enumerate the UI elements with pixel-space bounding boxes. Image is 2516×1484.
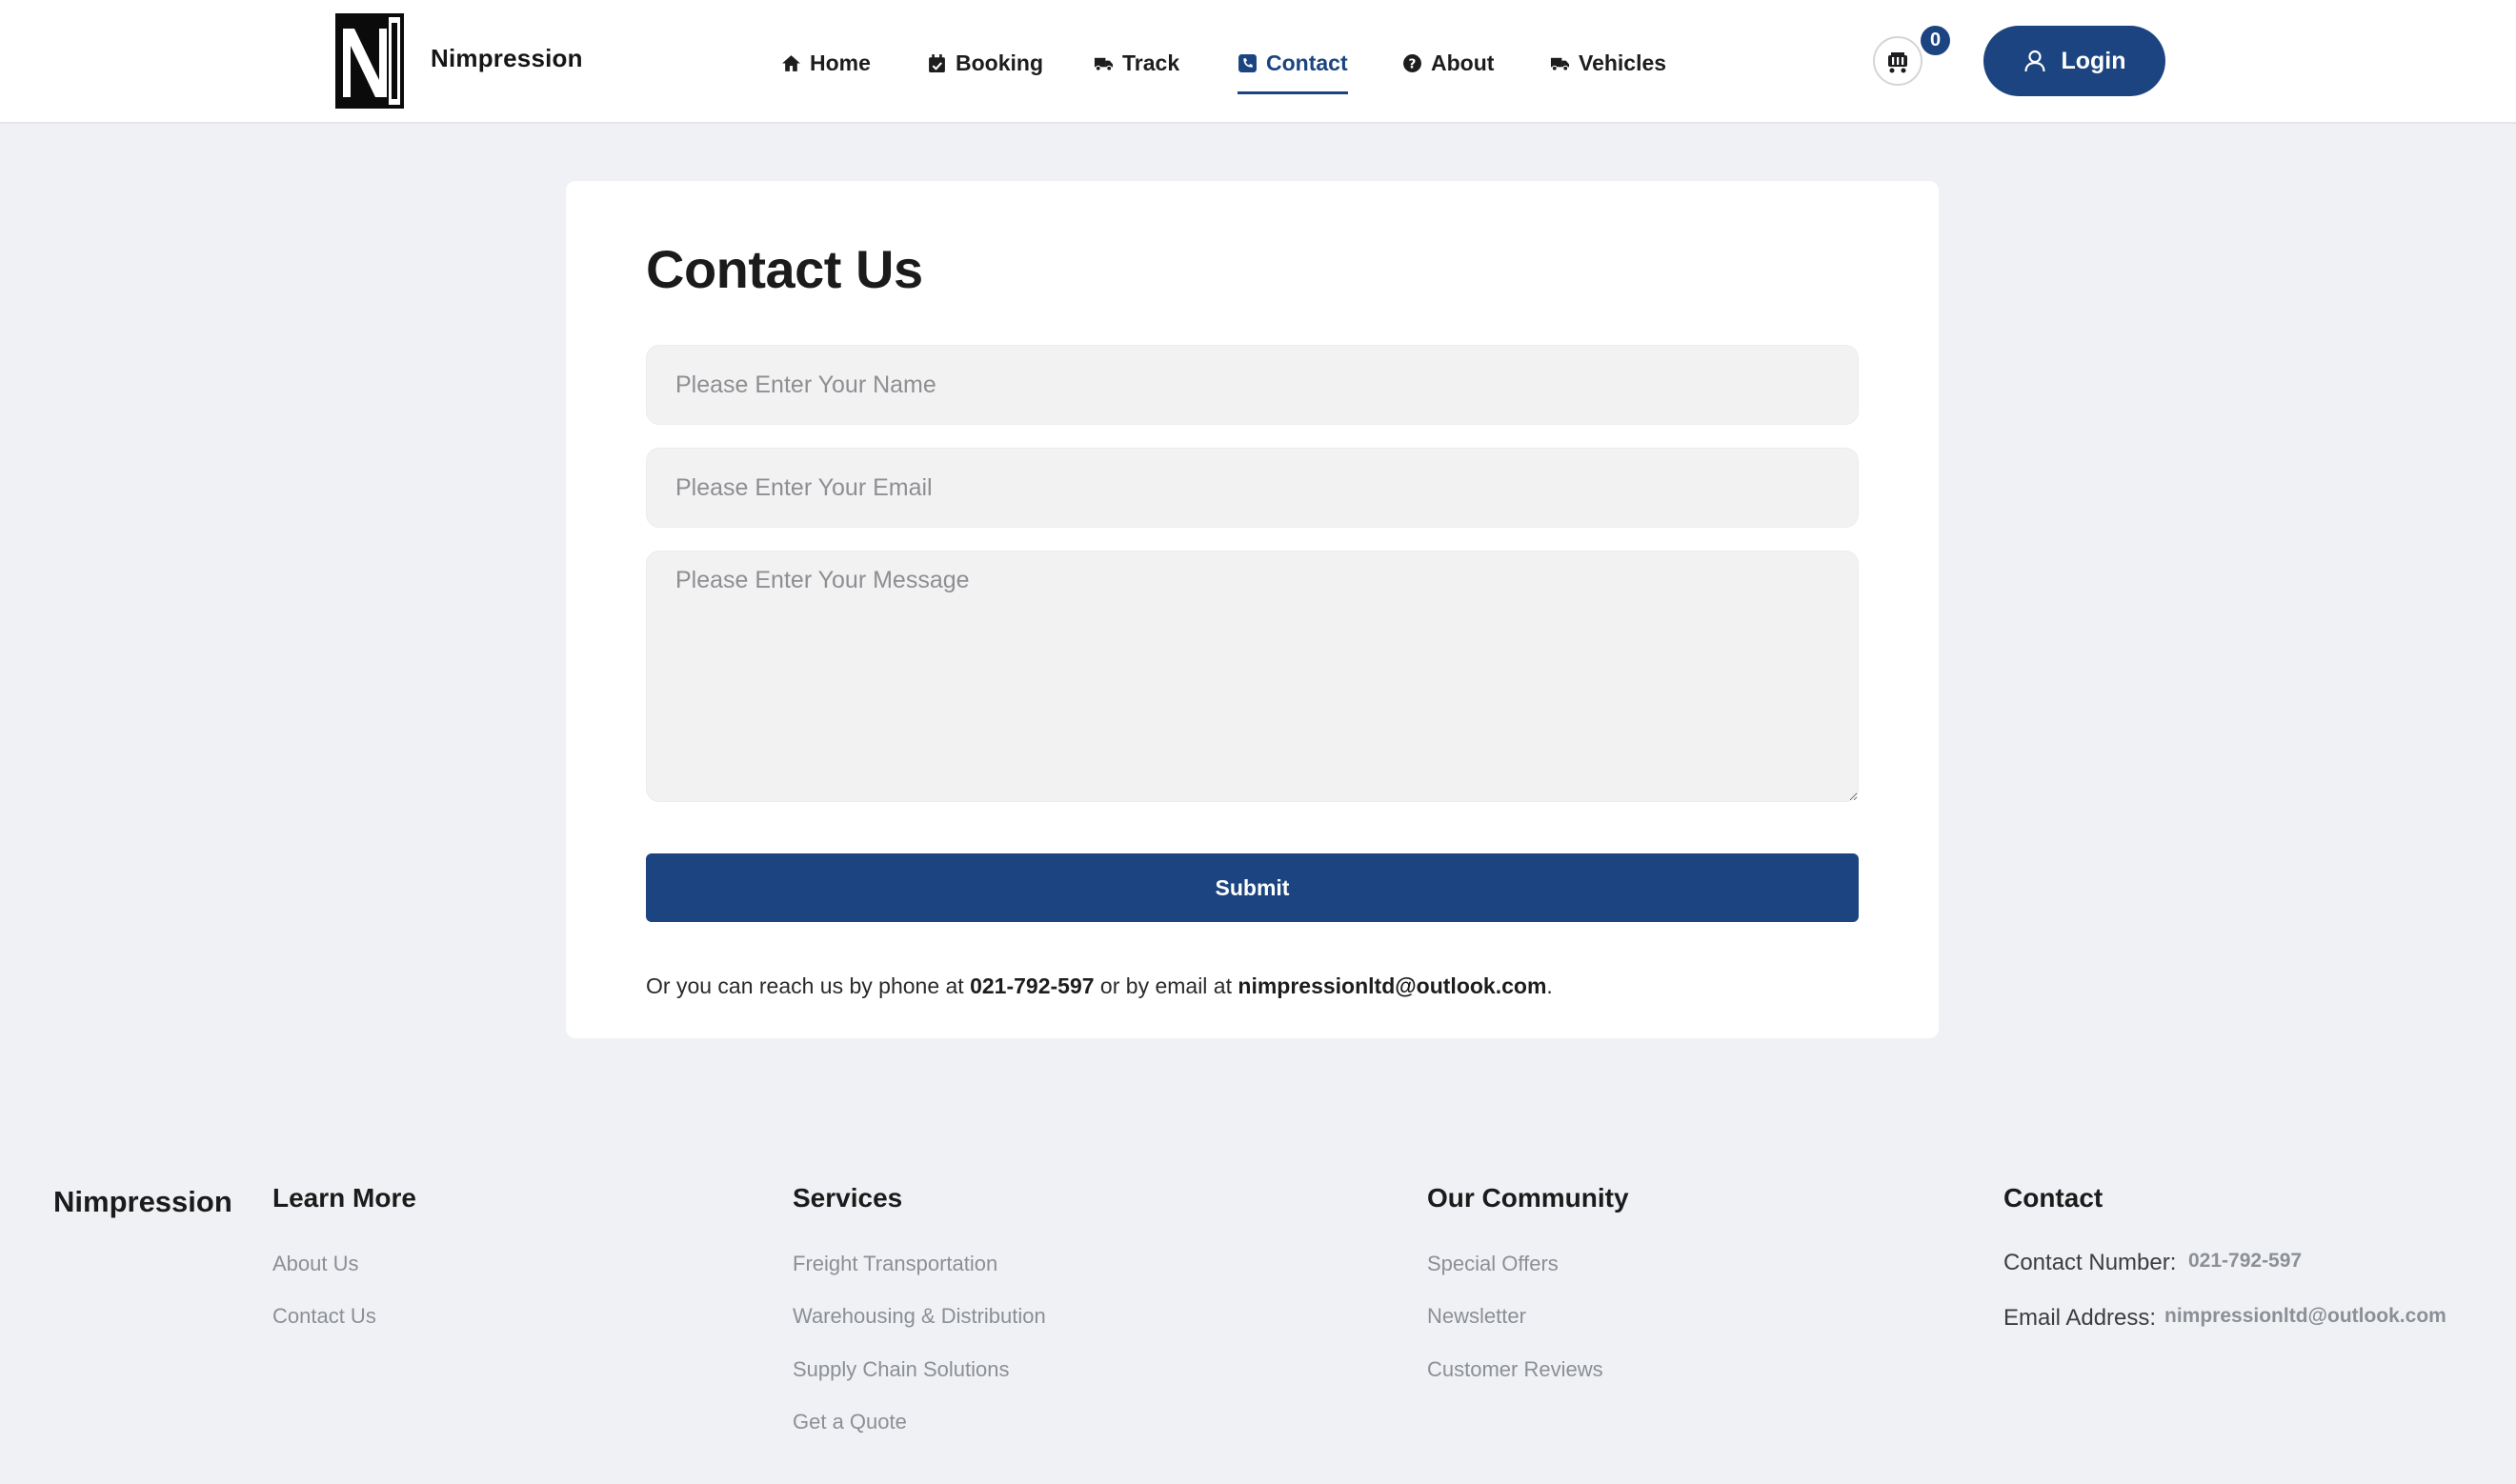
nav-home-label: Home: [810, 50, 871, 75]
footer-email-label: Email Address:: [2003, 1305, 2157, 1331]
footer-link-about-us[interactable]: About Us: [272, 1252, 359, 1276]
user-icon: [2024, 50, 2046, 72]
footer-services-title: Services: [793, 1183, 903, 1213]
footer-link-special-offers[interactable]: Special Offers: [1427, 1252, 1559, 1276]
footer-link-warehousing[interactable]: Warehousing & Distribution: [793, 1304, 1046, 1329]
nav-booking-label: Booking: [956, 50, 1043, 75]
nav-about[interactable]: ? About: [1402, 44, 1494, 82]
reach-suffix: .: [1546, 973, 1553, 998]
name-input[interactable]: [646, 345, 1859, 425]
footer-contact-title: Contact: [2003, 1183, 2103, 1213]
brand-logo[interactable]: [335, 13, 404, 109]
site-header: Nimpression Home Booking Track Contact ?…: [0, 0, 2516, 124]
footer-email-value: nimpressionltd@outlook.com: [2164, 1305, 2446, 1327]
submit-button[interactable]: Submit: [646, 853, 1859, 922]
truck-icon: [1550, 57, 1570, 71]
calendar-icon: [929, 53, 945, 72]
reach-middle: or by email at: [1094, 973, 1238, 998]
nav-contact-label: Contact: [1266, 50, 1348, 75]
email-input[interactable]: [646, 448, 1859, 528]
footer-contact-number-value: 021-792-597: [2188, 1250, 2303, 1272]
cart-button[interactable]: [1873, 36, 1922, 86]
reach-phone: 021-792-597: [970, 973, 1095, 998]
footer-community-title: Our Community: [1427, 1183, 1629, 1213]
footer-link-contact-us[interactable]: Contact Us: [272, 1304, 376, 1329]
footer-contact-number-label: Contact Number:: [2003, 1250, 2177, 1275]
login-button[interactable]: Login: [1983, 26, 2165, 96]
nav-track[interactable]: Track: [1094, 44, 1179, 82]
footer-link-freight[interactable]: Freight Transportation: [793, 1252, 997, 1276]
nav-booking[interactable]: Booking: [927, 44, 1043, 82]
nav-track-label: Track: [1122, 50, 1180, 75]
login-label: Login: [2061, 47, 2126, 74]
phone-icon: [1238, 53, 1257, 72]
reach-us-text: Or you can reach us by phone at 021-792-…: [646, 973, 1553, 999]
footer-link-get-quote[interactable]: Get a Quote: [793, 1410, 907, 1434]
message-textarea[interactable]: [646, 551, 1859, 802]
footer-link-customer-reviews[interactable]: Customer Reviews: [1427, 1357, 1603, 1382]
question-circle-icon: ?: [1403, 53, 1421, 72]
nav-vehicles-label: Vehicles: [1579, 50, 1667, 75]
svg-text:?: ?: [1409, 56, 1417, 71]
cart-icon: [1888, 52, 1907, 73]
footer-brand: Nimpression: [53, 1185, 232, 1218]
nav-contact[interactable]: Contact: [1238, 44, 1348, 94]
nav-vehicles[interactable]: Vehicles: [1550, 44, 1666, 82]
page-title: Contact Us: [646, 239, 923, 299]
home-icon: [782, 54, 800, 71]
footer-learn-more-title: Learn More: [272, 1183, 416, 1213]
footer-link-supply-chain[interactable]: Supply Chain Solutions: [793, 1357, 1009, 1382]
brand-name[interactable]: Nimpression: [431, 44, 583, 73]
reach-prefix: Or you can reach us by phone at: [646, 973, 971, 998]
cart-count-badge: 0: [1921, 26, 1950, 55]
nav-about-label: About: [1431, 50, 1495, 75]
footer-link-newsletter[interactable]: Newsletter: [1427, 1304, 1526, 1329]
reach-email: nimpressionltd@outlook.com: [1238, 973, 1547, 998]
contact-card: Contact Us Submit Or you can reach us by…: [566, 181, 1939, 1038]
truck-icon: [1094, 57, 1114, 71]
nav-home[interactable]: Home: [781, 44, 871, 82]
